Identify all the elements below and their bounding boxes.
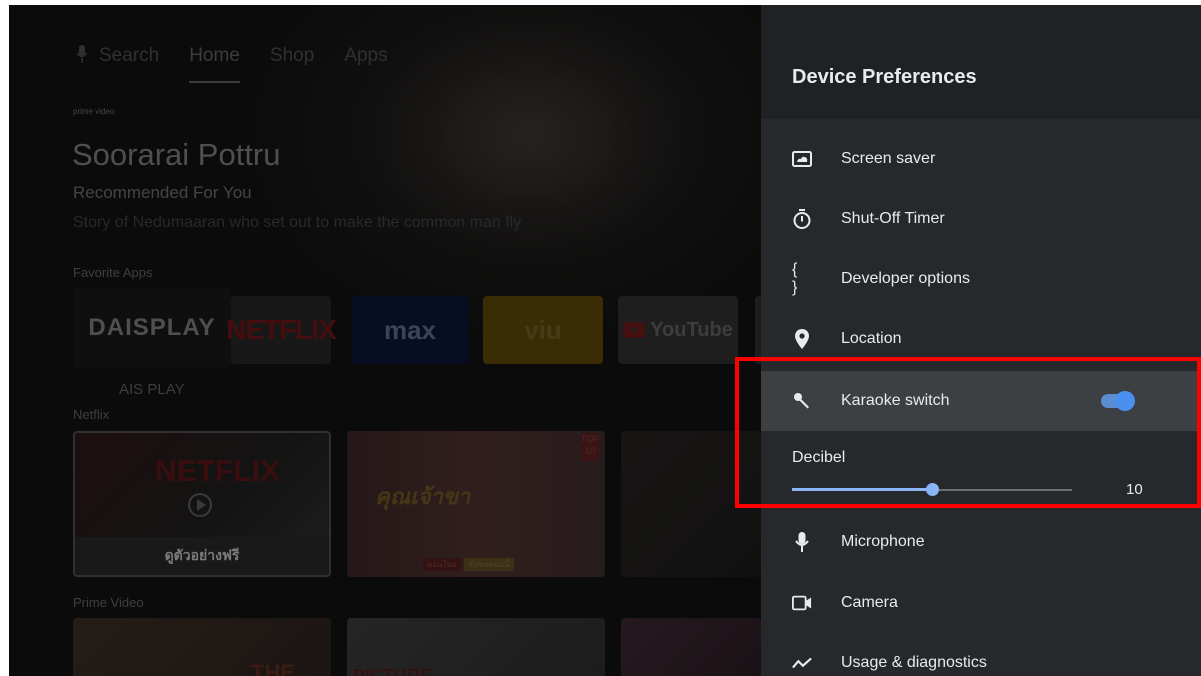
dim-overlay — [9, 5, 761, 676]
panel-title: Device Preferences — [792, 66, 977, 88]
camera-icon — [792, 593, 812, 613]
menu-item-shut-off-timer[interactable]: Shut-Off Timer — [761, 189, 1201, 249]
menu-item-screen-saver[interactable]: Screen saver — [761, 129, 1201, 189]
menu-item-label: Developer options — [841, 270, 970, 287]
timer-icon — [792, 209, 812, 229]
menu-item-microphone[interactable]: Microphone — [761, 512, 1201, 572]
device-preferences-panel: Device Preferences Screen saver Shut-Off… — [761, 5, 1201, 676]
menu-item-label: Screen saver — [841, 150, 936, 167]
menu-item-label: Usage & diagnostics — [841, 654, 987, 671]
menu-item-usage-diagnostics[interactable]: Usage & diagnostics — [761, 633, 1201, 676]
home-screen: Search Home Shop Apps prime video Soorar… — [9, 5, 761, 676]
microphone-icon — [792, 532, 812, 552]
red-highlight-box — [735, 357, 1201, 508]
menu-item-camera[interactable]: Camera — [761, 573, 1201, 633]
menu-item-label: Microphone — [841, 533, 925, 550]
diagnostics-icon — [792, 653, 812, 673]
menu-item-label: Shut-Off Timer — [841, 210, 945, 227]
tv-screen: Search Home Shop Apps prime video Soorar… — [9, 5, 1201, 676]
menu-item-label: Location — [841, 330, 902, 347]
menu-item-developer-options[interactable]: { } Developer options — [761, 249, 1201, 309]
panel-header: Device Preferences — [761, 5, 1201, 119]
menu-item-label: Camera — [841, 594, 898, 611]
screen-saver-icon — [792, 149, 812, 169]
braces-icon: { } — [792, 261, 800, 296]
location-pin-icon — [792, 329, 812, 349]
